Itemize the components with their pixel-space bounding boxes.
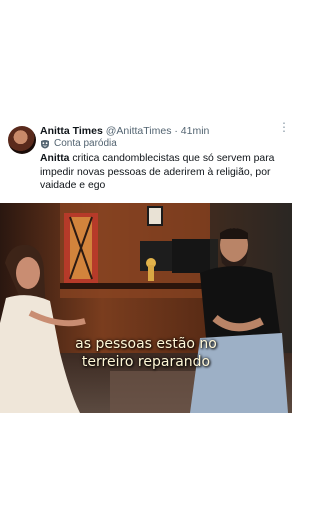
parody-label: Conta paródia [40, 138, 117, 149]
timestamp[interactable]: 41min [181, 125, 210, 137]
tweet-text-bold: Anitta [40, 153, 70, 164]
video-caption-line-2: terreiro reparando [81, 354, 211, 370]
video-player[interactable]: as pessoas estão no terreiro reparando [0, 203, 292, 413]
tweet-text-body: critica candomblecistas que só servem pa… [40, 153, 275, 192]
display-name[interactable]: Anitta Times [40, 125, 103, 137]
parody-text: Conta paródia [54, 138, 117, 149]
tweet-text: Anitta critica candomblecistas que só se… [40, 152, 290, 193]
more-dots-icon[interactable]: ⋮ [278, 121, 290, 133]
video-frame [0, 203, 292, 413]
video-caption-line-1: as pessoas estão no [75, 336, 217, 352]
tweet-header: Anitta Times @AnittaTimes · 41min [40, 125, 280, 139]
avatar[interactable] [8, 126, 36, 154]
separator: · [174, 125, 178, 137]
handle[interactable]: @AnittaTimes [106, 125, 172, 137]
parody-mask-icon [41, 139, 49, 148]
